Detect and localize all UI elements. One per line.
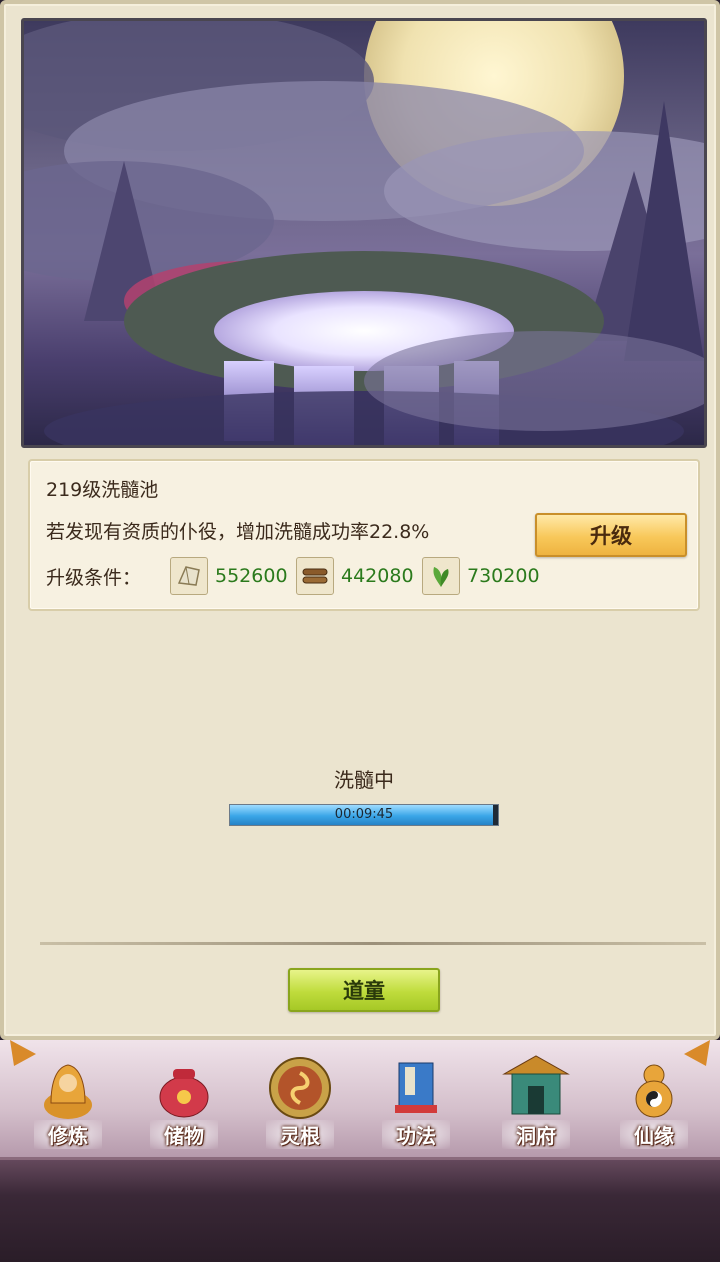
daotong-button[interactable]: 道童 <box>288 968 440 1012</box>
marrow-progress-bar: 00:09:45 <box>229 804 499 826</box>
jade-stone-icon[interactable] <box>170 557 208 595</box>
upgrade-button[interactable]: 升级 <box>535 513 687 557</box>
divider <box>40 942 706 945</box>
nav-label: 储物 <box>150 1120 218 1149</box>
nav-item-storage[interactable]: 储物 <box>134 1050 234 1160</box>
marrow-pool-scene-image <box>21 18 707 448</box>
nav-item-spirit-root[interactable]: 灵根 <box>250 1050 350 1160</box>
nav-label: 功法 <box>382 1120 450 1149</box>
progress-timer: 00:09:45 <box>334 807 394 822</box>
nav-label: 灵根 <box>266 1120 334 1149</box>
requirement-value: 730200 <box>467 565 540 587</box>
bottom-nav: 修炼 储物 灵根 功法 洞府 仙缘 <box>0 1040 720 1262</box>
requirement-item: 442080 <box>296 557 414 595</box>
nav-label: 洞府 <box>502 1120 570 1149</box>
cave-mansion-icon <box>498 1050 574 1126</box>
status-label: 洗髓中 <box>334 768 394 792</box>
requirement-item: 730200 <box>422 557 540 595</box>
treasure-bag-icon <box>146 1050 222 1126</box>
gourd-icon <box>616 1050 692 1126</box>
nav-item-cave-mansion[interactable]: 洞府 <box>486 1050 586 1160</box>
scripture-book-icon <box>378 1050 454 1126</box>
herb-leaf-icon[interactable] <box>422 557 460 595</box>
requirement-value: 442080 <box>341 565 414 587</box>
spirit-root-icon <box>262 1050 338 1126</box>
requirement-item: 552600 <box>170 557 288 595</box>
wood-logs-icon[interactable] <box>296 557 334 595</box>
nav-label: 修炼 <box>34 1120 102 1149</box>
requirement-value: 552600 <box>215 565 288 587</box>
requirement-label: 升级条件： <box>46 567 142 589</box>
building-title: 219级洗髓池 <box>46 479 159 501</box>
nav-item-fate[interactable]: 仙缘 <box>604 1050 704 1160</box>
monk-icon <box>30 1050 106 1126</box>
building-description: 若发现有资质的仆役，增加洗髓成功率22.8% <box>46 521 430 543</box>
building-info-box: 219级洗髓池 若发现有资质的仆役，增加洗髓成功率22.8% 升级 升级条件： … <box>28 459 700 611</box>
nav-item-technique[interactable]: 功法 <box>366 1050 466 1160</box>
nav-label: 仙缘 <box>620 1120 688 1149</box>
building-panel: 219级洗髓池 若发现有资质的仆役，增加洗髓成功率22.8% 升级 升级条件： … <box>0 0 720 1040</box>
nav-item-cultivate[interactable]: 修炼 <box>18 1050 118 1160</box>
